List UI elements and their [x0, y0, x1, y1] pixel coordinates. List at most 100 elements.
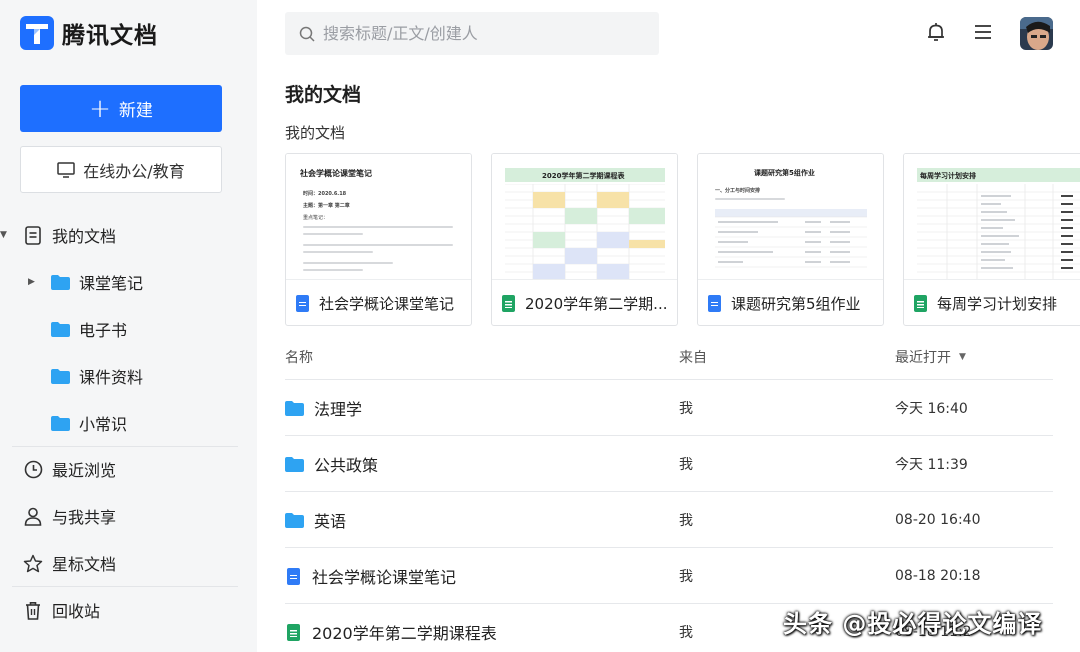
doc-card[interactable]: 社会学概论课堂笔记 时间：2020.6.18 主题：第一章 第二章 重点笔记： … — [285, 153, 472, 326]
sidebar-folder-item[interactable]: 小常识 — [0, 400, 238, 446]
thumbnail-line — [303, 251, 373, 253]
search-icon — [299, 26, 315, 42]
card-caption: 每周学习计划安排 — [904, 280, 1080, 325]
document-icon — [22, 224, 44, 246]
bell-icon[interactable] — [924, 20, 948, 44]
nav-starred[interactable]: 星标文档 — [0, 540, 238, 586]
doc-thumbnail: 课题研究第5组作业 一、分工与时间安排 — [698, 154, 883, 280]
thumbnail-title: 每周学习计划安排 — [920, 172, 976, 180]
row-from: 我 — [679, 513, 693, 529]
folder-icon — [51, 368, 70, 384]
new-button-label: 新建 — [118, 101, 153, 121]
folder-label: 课件资料 — [79, 368, 144, 387]
search-input[interactable] — [323, 24, 643, 43]
row-name: 社会学概论课堂笔记 — [312, 568, 457, 587]
card-title: 社会学概论课堂笔记 — [319, 294, 455, 313]
app-name: 腾讯文档 — [62, 23, 158, 49]
document-file-icon — [296, 294, 309, 312]
row-from: 我 — [679, 457, 693, 473]
folder-icon — [285, 456, 304, 472]
thumbnail-text: 时间：2020.6.18 — [303, 191, 347, 197]
thumbnail-title: 课题研究第5组作业 — [754, 169, 815, 177]
nav-trash[interactable]: 回收站 — [0, 587, 238, 633]
row-time: 今天 11:39 — [895, 457, 968, 473]
column-header-from[interactable]: 来自 — [679, 347, 707, 367]
avatar[interactable] — [1020, 17, 1053, 50]
nav-label: 我的文档 — [52, 227, 117, 246]
table-row[interactable]: 社会学概论课堂笔记 我 08-18 20:18 — [285, 547, 1053, 603]
trash-icon — [22, 599, 44, 621]
sheet-file-icon — [287, 623, 300, 641]
tencent-docs-logo-icon — [20, 16, 54, 50]
thumbnail-text: 一、分工与时间安排 — [715, 188, 761, 194]
user-icon — [22, 505, 44, 527]
sheet-thumbnail: 2020学年第二学期课程表 — [492, 154, 677, 280]
thumbnail-line — [303, 269, 363, 271]
watermark: 头条 @投必得论文编译 — [783, 610, 1043, 638]
doc-thumbnail: 社会学概论课堂笔记 时间：2020.6.18 主题：第一章 第二章 重点笔记： — [286, 154, 471, 280]
nav-recent[interactable]: 最近浏览 — [0, 446, 238, 492]
row-name: 2020学年第二学期课程表 — [312, 624, 497, 643]
folder-icon — [285, 400, 304, 416]
sheet-thumbnail: 每周学习计划安排 — [904, 154, 1080, 280]
row-from: 我 — [679, 401, 693, 417]
folder-icon — [285, 512, 304, 528]
thumbnail-text: 主题：第一章 第二章 — [303, 203, 350, 209]
card-caption: 社会学概论课堂笔记 — [286, 280, 471, 325]
row-time: 今天 16:40 — [895, 401, 968, 417]
sheet-file-icon — [914, 294, 927, 312]
clock-icon — [22, 458, 44, 480]
thumbnail-line — [303, 262, 393, 264]
column-header-opened[interactable]: 最近打开 ▼ — [895, 347, 966, 367]
column-header-name[interactable]: 名称 — [285, 347, 313, 367]
search-box[interactable] — [285, 12, 659, 55]
thumbnail-title: 社会学概论课堂笔记 — [300, 169, 372, 178]
expand-caret-icon[interactable]: ▶ — [28, 277, 35, 287]
card-title: 每周学习计划安排 — [937, 294, 1058, 313]
sheet-card[interactable]: 每周学习计划安排 每周学习计划安排 — [903, 153, 1080, 326]
row-name: 公共政策 — [314, 456, 379, 475]
table-row[interactable]: 法理学 我 今天 16:40 — [285, 379, 1053, 435]
sidebar-folder-item[interactable]: 课件资料 — [0, 353, 238, 399]
card-caption: 课题研究第5组作业 — [698, 280, 883, 325]
thumbnail-line — [303, 244, 453, 246]
nav-my-docs[interactable]: ▼ 我的文档 — [0, 212, 238, 258]
sidebar-folder-item[interactable]: ▶ 课堂笔记 — [0, 259, 238, 305]
logo[interactable]: 腾讯文档 — [20, 16, 158, 50]
sidebar: 腾讯文档 + 新建 在线办公/教育 ▼ 我的文档 ▶ 课堂笔记 电子书 课件资料… — [0, 0, 257, 652]
row-name-cell: 英语 — [285, 492, 346, 548]
document-file-icon — [287, 567, 300, 585]
nav-label: 星标文档 — [52, 555, 117, 574]
nav-shared[interactable]: 与我共享 — [0, 493, 238, 539]
row-name-cell: 社会学概论课堂笔记 — [285, 548, 456, 604]
folder-label: 课堂笔记 — [79, 274, 144, 293]
app-window: 腾讯文档 + 新建 在线办公/教育 ▼ 我的文档 ▶ 课堂笔记 电子书 课件资料… — [0, 0, 1080, 652]
doc-card[interactable]: 课题研究第5组作业 一、分工与时间安排 课题研究第5组作业 — [697, 153, 884, 326]
table-row[interactable]: 公共政策 我 今天 11:39 — [285, 435, 1053, 491]
sidebar-folder-item[interactable]: 电子书 — [0, 306, 238, 352]
monitor-icon — [57, 161, 76, 178]
sheet-file-icon — [502, 294, 515, 312]
sort-down-icon: ▼ — [959, 352, 966, 362]
card-title: 课题研究第5组作业 — [731, 294, 861, 313]
page-title: 我的文档 — [285, 84, 362, 106]
menu-icon[interactable] — [971, 20, 995, 44]
row-from: 我 — [679, 569, 693, 585]
thumbnail-title: 2020学年第二学期课程表 — [542, 172, 625, 180]
sheet-card[interactable]: 2020学年第二学期课程表 2020学年第二学期... — [491, 153, 678, 326]
expand-caret-icon[interactable]: ▼ — [0, 230, 7, 240]
row-name: 英语 — [314, 512, 347, 531]
online-office-button[interactable]: 在线办公/教育 — [20, 146, 222, 193]
nav-label: 与我共享 — [52, 508, 117, 527]
table-row[interactable]: 英语 我 08-20 16:40 — [285, 491, 1053, 547]
folder-icon — [51, 321, 70, 337]
new-button[interactable]: + 新建 — [20, 85, 222, 132]
thumbnail-line — [303, 233, 363, 235]
star-icon — [22, 552, 44, 574]
row-time: 08-18 20:18 — [895, 568, 981, 584]
schedule-grid — [505, 184, 665, 279]
nav-label: 最近浏览 — [52, 461, 117, 480]
folder-label: 电子书 — [79, 321, 128, 340]
thumbnail-text: 重点笔记： — [303, 215, 329, 221]
plus-icon: + — [89, 93, 111, 124]
